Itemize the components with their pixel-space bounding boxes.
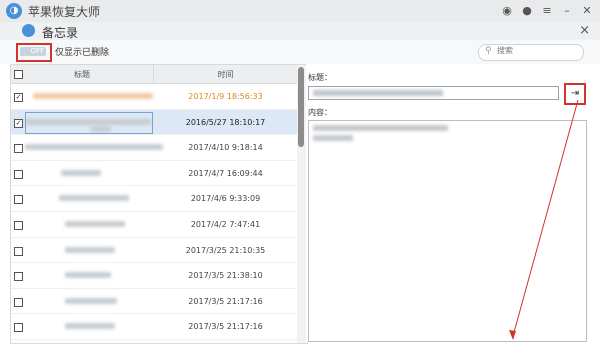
list-scrollbar[interactable] (297, 65, 306, 343)
blurred-note-title (65, 220, 125, 227)
row-checkbox[interactable] (14, 246, 23, 256)
module-header: 备忘录 × (0, 22, 600, 41)
row-checkbox[interactable] (14, 144, 23, 154)
note-content-field (308, 120, 587, 342)
app-title: 苹果恢复大师 (28, 5, 101, 19)
blurred-content-line (313, 125, 448, 131)
blurred-note-title (25, 144, 163, 151)
column-header-title[interactable]: 标题 (11, 69, 153, 80)
deleted-only-label: 仅显示已删除 (55, 48, 110, 58)
row-time: 2017/4/2 7:47:41 (190, 219, 261, 229)
table-row[interactable]: 2017/3/5 21:17:16 (11, 289, 297, 315)
row-time: 2017/3/5 21:17:16 (188, 322, 263, 332)
menu-icon[interactable]: ≡ (540, 4, 554, 18)
row-checkbox[interactable] (14, 195, 23, 205)
toolbar: OFF 仅显示已删除 ⚲ (0, 40, 600, 64)
selection-outline (25, 111, 153, 134)
minimize-icon[interactable]: – (560, 4, 574, 18)
window-controls: ◉ ● ≡ – ✕ (500, 4, 594, 18)
blurred-note-title (61, 169, 101, 176)
row-checkbox[interactable]: ✓ (14, 118, 23, 128)
row-time: 2017/3/25 21:10:35 (185, 245, 266, 255)
content-label: 内容： (308, 108, 332, 117)
app-titlebar: ◑ 苹果恢复大师 ◉ ● ≡ – ✕ (0, 0, 600, 23)
row-checkbox[interactable] (14, 220, 23, 230)
blurred-note-title (33, 93, 153, 99)
row-checkbox[interactable] (14, 297, 23, 307)
row-time: 2017/3/5 21:38:10 (188, 271, 263, 281)
search-icon: ⚲ (485, 46, 492, 56)
row-checkbox[interactable] (14, 169, 23, 179)
search-input[interactable] (497, 46, 577, 55)
notes-module-icon (22, 24, 35, 37)
row-time: 2017/4/6 9:33:09 (190, 194, 261, 204)
note-detail-panel: 标题： ⇥ 内容： (306, 64, 596, 342)
module-close-button[interactable]: × (579, 23, 590, 38)
blurred-content-line (313, 135, 353, 141)
row-time: 2017/4/7 16:09:44 (188, 168, 263, 178)
title-label: 标题： (308, 73, 332, 82)
chat-icon[interactable]: ● (520, 4, 534, 18)
notes-list-panel: 标题 时间 ✓ 2017/1/9 18:56:33 ✓ 2016/5/27 18:10… (10, 64, 308, 344)
blurred-note-title (65, 272, 111, 279)
export-button[interactable]: ⇥ (564, 83, 586, 105)
app-logo-icon: ◑ (6, 3, 22, 19)
row-time: 2017/1/9 18:56:33 (188, 92, 263, 101)
search-box[interactable]: ⚲ (478, 44, 584, 61)
notes-rows: ✓ 2017/1/9 18:56:33 ✓ 2016/5/27 18:10:17 201… (11, 84, 297, 340)
table-row[interactable]: ✓ 2016/5/27 18:10:17 (11, 109, 297, 136)
module-title: 备忘录 (42, 26, 79, 40)
close-icon[interactable]: ✕ (580, 4, 594, 18)
deleted-only-toggle[interactable]: OFF (20, 47, 46, 56)
blurred-note-title (65, 323, 115, 330)
weibo-icon[interactable]: ◉ (500, 4, 514, 18)
table-row[interactable]: 2017/3/5 21:17:16 (11, 314, 297, 340)
scrollbar-thumb[interactable] (298, 67, 304, 147)
table-row[interactable]: 2017/4/2 7:47:41 (11, 212, 297, 238)
blurred-note-title (65, 297, 117, 304)
blurred-note-title (59, 195, 129, 202)
column-header-time[interactable]: 时间 (154, 69, 297, 80)
blurred-title-text (313, 90, 443, 96)
table-row[interactable]: ✓ 2017/1/9 18:56:33 (11, 84, 297, 110)
table-row[interactable]: 2017/3/5 21:38:10 (11, 263, 297, 289)
deleted-only-toggle-highlight: OFF (16, 43, 52, 62)
list-header: 标题 时间 (11, 65, 297, 84)
table-row[interactable]: 2017/4/6 9:33:09 (11, 186, 297, 212)
row-checkbox[interactable]: ✓ (14, 93, 23, 102)
row-checkbox[interactable] (14, 272, 23, 282)
table-row[interactable]: 2017/4/7 16:09:44 (11, 161, 297, 187)
row-time: 2017/3/5 21:17:16 (188, 296, 263, 306)
row-time: 2016/5/27 18:10:17 (185, 117, 266, 127)
note-title-field (308, 86, 559, 100)
row-checkbox[interactable] (14, 323, 23, 333)
row-time: 2017/4/10 9:18:14 (188, 143, 263, 153)
blurred-note-title (65, 246, 115, 253)
table-row[interactable]: 2017/3/25 21:10:35 (11, 238, 297, 264)
table-row[interactable]: 2017/4/10 9:18:14 (11, 135, 297, 161)
